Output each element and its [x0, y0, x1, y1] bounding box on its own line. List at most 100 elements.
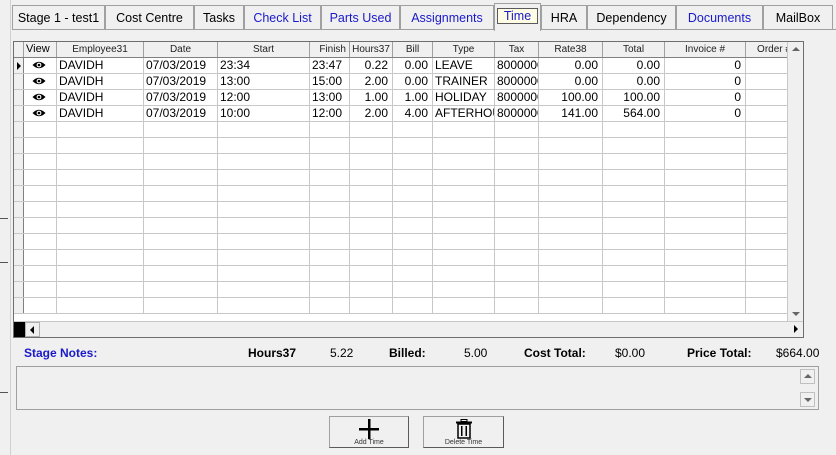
start-cell[interactable]: 12:00	[218, 90, 310, 105]
view-cell[interactable]	[24, 74, 57, 89]
tax-cell[interactable]: 8000000	[495, 90, 539, 105]
vertical-scrollbar[interactable]	[787, 42, 803, 321]
tab-parts-used[interactable]: Parts Used	[321, 5, 400, 30]
col-header-type[interactable]: Type	[433, 42, 495, 57]
hours-cell[interactable]: 2.00	[350, 106, 393, 121]
total-cell[interactable]: 564.00	[603, 106, 665, 121]
scroll-right-button[interactable]	[788, 322, 803, 337]
tab-check-list[interactable]: Check List	[244, 5, 321, 30]
date-cell[interactable]: 07/03/2019	[144, 90, 218, 105]
view-cell[interactable]	[24, 58, 57, 73]
add-time-button[interactable]: Add Time	[329, 416, 409, 448]
finish-cell[interactable]: 23:47	[310, 58, 350, 73]
view-cell[interactable]	[24, 90, 57, 105]
date-cell[interactable]: 07/03/2019	[144, 106, 218, 121]
eye-icon[interactable]	[32, 92, 46, 102]
table-row[interactable]: DAVIDH 07/03/2019 13:00 15:00 2.00 0.00 …	[14, 74, 803, 90]
tax-cell[interactable]: 8000000	[495, 58, 539, 73]
empty-cell	[218, 282, 310, 297]
hours-cell[interactable]: 2.00	[350, 74, 393, 89]
tab-time[interactable]: Time	[494, 3, 541, 31]
tab-tasks[interactable]: Tasks	[194, 5, 244, 30]
start-cell[interactable]: 10:00	[218, 106, 310, 121]
left-window-edge	[0, 0, 11, 455]
col-header-bill[interactable]: Bill	[393, 42, 433, 57]
invoice-cell[interactable]: 0	[665, 74, 746, 89]
rate-cell[interactable]: 0.00	[539, 58, 603, 73]
invoice-cell[interactable]: 0	[665, 58, 746, 73]
bill-cell[interactable]: 0.00	[393, 58, 433, 73]
bill-cell[interactable]: 0.00	[393, 74, 433, 89]
hours-cell[interactable]: 0.22	[350, 58, 393, 73]
employee-cell[interactable]: DAVIDH	[57, 106, 144, 121]
type-cell[interactable]: TRAINER	[433, 74, 495, 89]
tab-hra[interactable]: HRA	[541, 5, 587, 30]
total-cell[interactable]: 0.00	[603, 58, 665, 73]
bill-cell[interactable]: 1.00	[393, 90, 433, 105]
notes-scrollbar[interactable]	[800, 369, 816, 407]
start-cell[interactable]: 23:34	[218, 58, 310, 73]
rate-cell[interactable]: 0.00	[539, 74, 603, 89]
tab-documents[interactable]: Documents	[676, 5, 763, 30]
row-indicator	[14, 90, 24, 105]
employee-cell[interactable]: DAVIDH	[57, 74, 144, 89]
scroll-left-button[interactable]	[25, 322, 40, 337]
hours-cell[interactable]: 1.00	[350, 90, 393, 105]
type-cell[interactable]: LEAVE	[433, 58, 495, 73]
tab-assignments[interactable]: Assignments	[400, 5, 494, 30]
tax-cell[interactable]: 8000000	[495, 74, 539, 89]
finish-cell[interactable]: 15:00	[310, 74, 350, 89]
tab-stage[interactable]: Stage 1 - test1	[12, 5, 105, 30]
time-grid[interactable]: View Employee31 Date Start Finish Hours3…	[13, 41, 804, 338]
type-cell[interactable]: HOLIDAY	[433, 90, 495, 105]
bill-cell[interactable]: 4.00	[393, 106, 433, 121]
col-header-total[interactable]: Total	[603, 42, 665, 57]
notes-scroll-down-button[interactable]	[800, 392, 815, 407]
invoice-cell[interactable]: 0	[665, 90, 746, 105]
tax-cell[interactable]: 8000000	[495, 106, 539, 121]
finish-cell[interactable]: 13:00	[310, 90, 350, 105]
eye-icon[interactable]	[32, 108, 46, 118]
tab-dependency[interactable]: Dependency	[587, 5, 676, 30]
col-header-tax[interactable]: Tax	[495, 42, 539, 57]
col-header-date[interactable]: Date	[144, 42, 218, 57]
col-header-employee[interactable]: Employee31	[57, 42, 144, 57]
tab-mailbox[interactable]: MailBox	[763, 5, 833, 30]
date-cell[interactable]: 07/03/2019	[144, 74, 218, 89]
notes-scroll-up-button[interactable]	[800, 369, 815, 384]
empty-cell	[310, 170, 350, 185]
view-cell[interactable]	[24, 106, 57, 121]
col-header-invoice[interactable]: Invoice #	[665, 42, 746, 57]
total-cell[interactable]: 0.00	[603, 74, 665, 89]
col-header-start[interactable]: Start	[218, 42, 310, 57]
col-header-finish[interactable]: Finish	[310, 42, 350, 57]
empty-cell	[310, 122, 350, 137]
start-cell[interactable]: 13:00	[218, 74, 310, 89]
scroll-up-arrow-icon[interactable]	[792, 47, 800, 51]
employee-cell[interactable]: DAVIDH	[57, 58, 144, 73]
empty-row	[14, 170, 803, 186]
total-cell[interactable]: 100.00	[603, 90, 665, 105]
col-header-view[interactable]: View	[24, 42, 57, 57]
empty-cell	[495, 138, 539, 153]
employee-cell[interactable]: DAVIDH	[57, 90, 144, 105]
finish-cell[interactable]: 12:00	[310, 106, 350, 121]
col-header-hours[interactable]: Hours37	[350, 42, 393, 57]
scroll-down-arrow-icon[interactable]	[792, 312, 800, 316]
type-cell[interactable]: AFTERHOU	[433, 106, 495, 121]
eye-icon[interactable]	[32, 60, 46, 70]
col-header-rate[interactable]: Rate38	[539, 42, 603, 57]
invoice-cell[interactable]: 0	[665, 106, 746, 121]
rate-cell[interactable]: 100.00	[539, 90, 603, 105]
stage-notes-textarea[interactable]	[16, 366, 819, 410]
rate-cell[interactable]: 141.00	[539, 106, 603, 121]
empty-cell	[144, 122, 218, 137]
date-cell[interactable]: 07/03/2019	[144, 58, 218, 73]
table-row[interactable]: DAVIDH 07/03/2019 12:00 13:00 1.00 1.00 …	[14, 90, 803, 106]
tab-cost-centre[interactable]: Cost Centre	[105, 5, 194, 30]
table-row[interactable]: DAVIDH 07/03/2019 23:34 23:47 0.22 0.00 …	[14, 58, 803, 74]
eye-icon[interactable]	[32, 76, 46, 86]
table-row[interactable]: DAVIDH 07/03/2019 10:00 12:00 2.00 4.00 …	[14, 106, 803, 122]
horizontal-scrollbar[interactable]	[14, 321, 803, 337]
delete-time-button[interactable]: Delete Time	[423, 416, 504, 448]
